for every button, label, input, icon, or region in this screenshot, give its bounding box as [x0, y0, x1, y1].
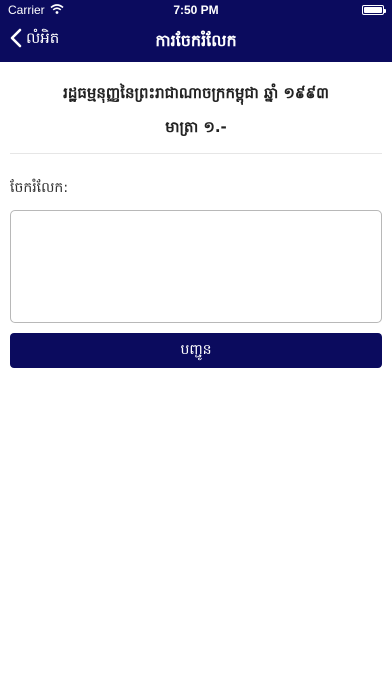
- status-bar: Carrier 7:50 PM: [0, 0, 392, 20]
- page-title: ការចែករំលែក: [155, 31, 237, 50]
- app-header: Carrier 7:50 PM លំអិត ការចែករំលែក: [0, 0, 392, 62]
- comment-input[interactable]: [10, 210, 382, 323]
- law-title: រដ្ឋធម្មនុញ្ញនៃព្រះរាជាណាចក្រកម្ពុជា ឆ្ន…: [63, 84, 329, 102]
- battery-cap: [384, 9, 386, 13]
- status-time: 7:50 PM: [173, 3, 219, 17]
- divider: [10, 153, 382, 154]
- battery-icon: [362, 5, 386, 15]
- submit-button[interactable]: បញ្ជូន: [10, 333, 382, 368]
- battery-fill: [364, 7, 382, 13]
- share-label: ចែករំលែក:: [10, 180, 69, 196]
- nav-bar: លំអិត ការចែករំលែក: [0, 20, 392, 62]
- article-heading: មាត្រា ១.-: [165, 118, 227, 136]
